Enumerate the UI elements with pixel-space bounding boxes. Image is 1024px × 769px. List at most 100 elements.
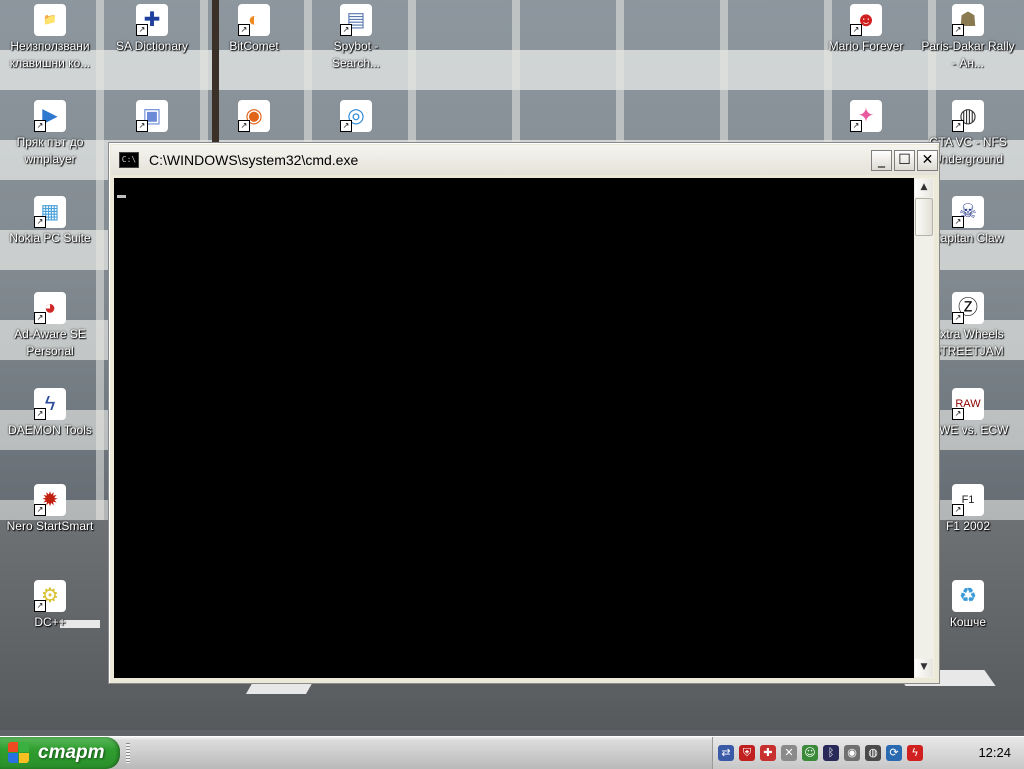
- taskbar-grip[interactable]: [126, 743, 130, 763]
- desktop-icon-label: DC++: [34, 615, 66, 629]
- desktop-icon-label: Ad-Aware SE Personal: [14, 327, 86, 358]
- desktop-icon[interactable]: 📁 Неизползвани клавишни ко...: [2, 4, 98, 72]
- desktop-icon[interactable]: ▣ ↗: [104, 100, 200, 134]
- shortcut-arrow-icon: ↗: [850, 120, 862, 132]
- scroll-thumb[interactable]: [915, 198, 933, 236]
- firefox-icon: ◉ ↗: [238, 100, 270, 132]
- connection-off-icon[interactable]: ✕: [781, 745, 797, 761]
- desktop-icon[interactable]: ▤ ↗ Spybot - Search...: [308, 4, 404, 72]
- maximize-button[interactable]: ☐: [894, 150, 915, 171]
- update-icon[interactable]: ⟳: [886, 745, 902, 761]
- shortcut-arrow-icon: ↗: [136, 120, 148, 132]
- wmplayer-icon: ▶ ↗: [34, 100, 66, 132]
- desktop-icon-label: Пряк път до wmplayer: [16, 135, 84, 166]
- desktop-icon[interactable]: ⚙ ↗ DC++: [2, 580, 98, 631]
- bitcomet-icon: ◐ ↗: [238, 4, 270, 36]
- antivirus-icon[interactable]: ✚: [760, 745, 776, 761]
- desktop-icon-label: Paris-Dakar Rally - Ан...: [921, 39, 1015, 70]
- flash-icon[interactable]: ϟ: [907, 745, 923, 761]
- shortcut-arrow-icon: ↗: [34, 312, 46, 324]
- my-computer-icon: ▣ ↗: [136, 100, 168, 132]
- shortcut-arrow-icon: ↗: [952, 312, 964, 324]
- desktop-icon-label: Spybot - Search...: [331, 39, 381, 70]
- desktop-icon[interactable]: ◕ ↗ Ad-Aware SE Personal: [2, 292, 98, 360]
- shortcut-arrow-icon: ↗: [34, 216, 46, 228]
- scroll-up-button[interactable]: ▲: [915, 179, 933, 197]
- minimize-button[interactable]: _: [871, 150, 892, 171]
- spybot-icon: ▤ ↗: [340, 4, 372, 36]
- cmd-icon: C:\: [119, 152, 139, 168]
- paris-dakar-icon: ☗ ↗: [952, 4, 984, 36]
- recycle-bin-icon: ♻: [952, 580, 984, 612]
- desktop-icon[interactable]: ✚ ↗ SA Dictionary: [104, 4, 200, 55]
- desktop-icon-label: Неизползвани клавишни ко...: [9, 39, 91, 70]
- taskbar: старт ⇄ ⛨ ✚ ✕ ☺ ᛒ ◉ ◍ ⟳ ϟ 12:24: [0, 736, 1024, 769]
- shield-icon[interactable]: ⛨: [739, 745, 755, 761]
- desktop-icon[interactable]: ◉ ↗: [206, 100, 302, 134]
- desktop-icon-label: SA Dictionary: [115, 39, 189, 53]
- window-titlebar[interactable]: C:\ C:\WINDOWS\system32\cmd.exe _ ☐ ✕: [111, 145, 938, 175]
- daemon-tools-icon: ϟ ↗: [34, 388, 66, 420]
- desktop-icon[interactable]: ϟ ↗ DAEMON Tools: [2, 388, 98, 439]
- shortcut-arrow-icon: ↗: [340, 24, 352, 36]
- shortcut-arrow-icon: ↗: [34, 120, 46, 132]
- desktop-icon[interactable]: ▶ ↗ Пряк път до wmplayer: [2, 100, 98, 168]
- start-button[interactable]: старт: [0, 737, 120, 769]
- f1-2002-icon: F1 ↗: [952, 484, 984, 516]
- nero-icon: ✹ ↗: [34, 484, 66, 516]
- disc-icon[interactable]: ◉: [844, 745, 860, 761]
- desktop-icon-label: DAEMON Tools: [8, 423, 92, 437]
- desktop-icon[interactable]: ◎ ↗: [308, 100, 404, 134]
- desktop-icon[interactable]: ☻ ↗ Mario Forever: [818, 4, 914, 55]
- window-title: C:\WINDOWS\system32\cmd.exe: [149, 152, 359, 168]
- sa-dictionary-icon: ✚ ↗: [136, 4, 168, 36]
- unused-shortcuts-icon: 📁: [34, 4, 66, 36]
- ad-aware-icon: ◕ ↗: [34, 292, 66, 324]
- shortcut-arrow-icon: ↗: [238, 24, 250, 36]
- system-tray: ⇄ ⛨ ✚ ✕ ☺ ᛒ ◉ ◍ ⟳ ϟ 12:24: [712, 737, 1024, 769]
- desktop-icon-label: Nero StartSmart: [6, 519, 94, 533]
- network-icon[interactable]: ⇄: [718, 745, 734, 761]
- desktop-icon[interactable]: ✦ ↗: [818, 100, 914, 134]
- start-label: старт: [38, 742, 105, 763]
- quicktime-icon: ◎ ↗: [340, 100, 372, 132]
- shortcut-arrow-icon: ↗: [952, 120, 964, 132]
- desktop-icon[interactable]: ▦ ↗ Nokia PC Suite: [2, 196, 98, 247]
- speaker-icon[interactable]: ◍: [865, 745, 881, 761]
- windows-logo-icon: [8, 742, 30, 764]
- desktop-icon[interactable]: ✹ ↗ Nero StartSmart: [2, 484, 98, 535]
- shortcut-arrow-icon: ↗: [952, 504, 964, 516]
- shortcut-arrow-icon: ↗: [34, 600, 46, 612]
- bluetooth-icon[interactable]: ᛒ: [823, 745, 839, 761]
- shortcut-arrow-icon: ↗: [136, 24, 148, 36]
- gta-nfs-icon: ◍ ↗: [952, 100, 984, 132]
- close-button[interactable]: ✕: [917, 150, 938, 171]
- cmd-window[interactable]: C:\ C:\WINDOWS\system32\cmd.exe _ ☐ ✕ ▲ …: [108, 142, 940, 684]
- shortcut-arrow-icon: ↗: [238, 120, 250, 132]
- wwe-ecw-icon: RAW ↗: [952, 388, 984, 420]
- shortcut-arrow-icon: ↗: [340, 120, 352, 132]
- console-area[interactable]: [114, 178, 914, 678]
- shortcut-arrow-icon: ↗: [34, 408, 46, 420]
- dcpp-icon: ⚙ ↗: [34, 580, 66, 612]
- desktop-icon-label: BitComet: [229, 39, 279, 53]
- shortcut-arrow-icon: ↗: [952, 24, 964, 36]
- shortcut-pink-icon: ✦ ↗: [850, 100, 882, 132]
- shortcut-arrow-icon: ↗: [850, 24, 862, 36]
- text-cursor: [117, 195, 126, 198]
- desktop-icon-label: Nokia PC Suite: [9, 231, 91, 245]
- extra-wheels-icon: Ⓩ ↗: [952, 292, 984, 324]
- shortcut-arrow-icon: ↗: [34, 504, 46, 516]
- mario-forever-icon: ☻ ↗: [850, 4, 882, 36]
- shortcut-arrow-icon: ↗: [952, 216, 964, 228]
- clock[interactable]: 12:24: [978, 737, 1011, 769]
- desktop-icon[interactable]: ☗ ↗ Paris-Dakar Rally - Ан...: [920, 4, 1016, 72]
- desktop-icon[interactable]: ◐ ↗ BitComet: [206, 4, 302, 55]
- scroll-down-button[interactable]: ▼: [915, 659, 933, 677]
- desktop-icon-label: Mario Forever: [828, 39, 904, 53]
- nokia-pc-suite-icon: ▦ ↗: [34, 196, 66, 228]
- users-icon[interactable]: ☺: [802, 745, 818, 761]
- shortcut-arrow-icon: ↗: [952, 408, 964, 420]
- vertical-scrollbar[interactable]: ▲ ▼: [914, 178, 934, 678]
- kapitan-claw-icon: ☠ ↗: [952, 196, 984, 228]
